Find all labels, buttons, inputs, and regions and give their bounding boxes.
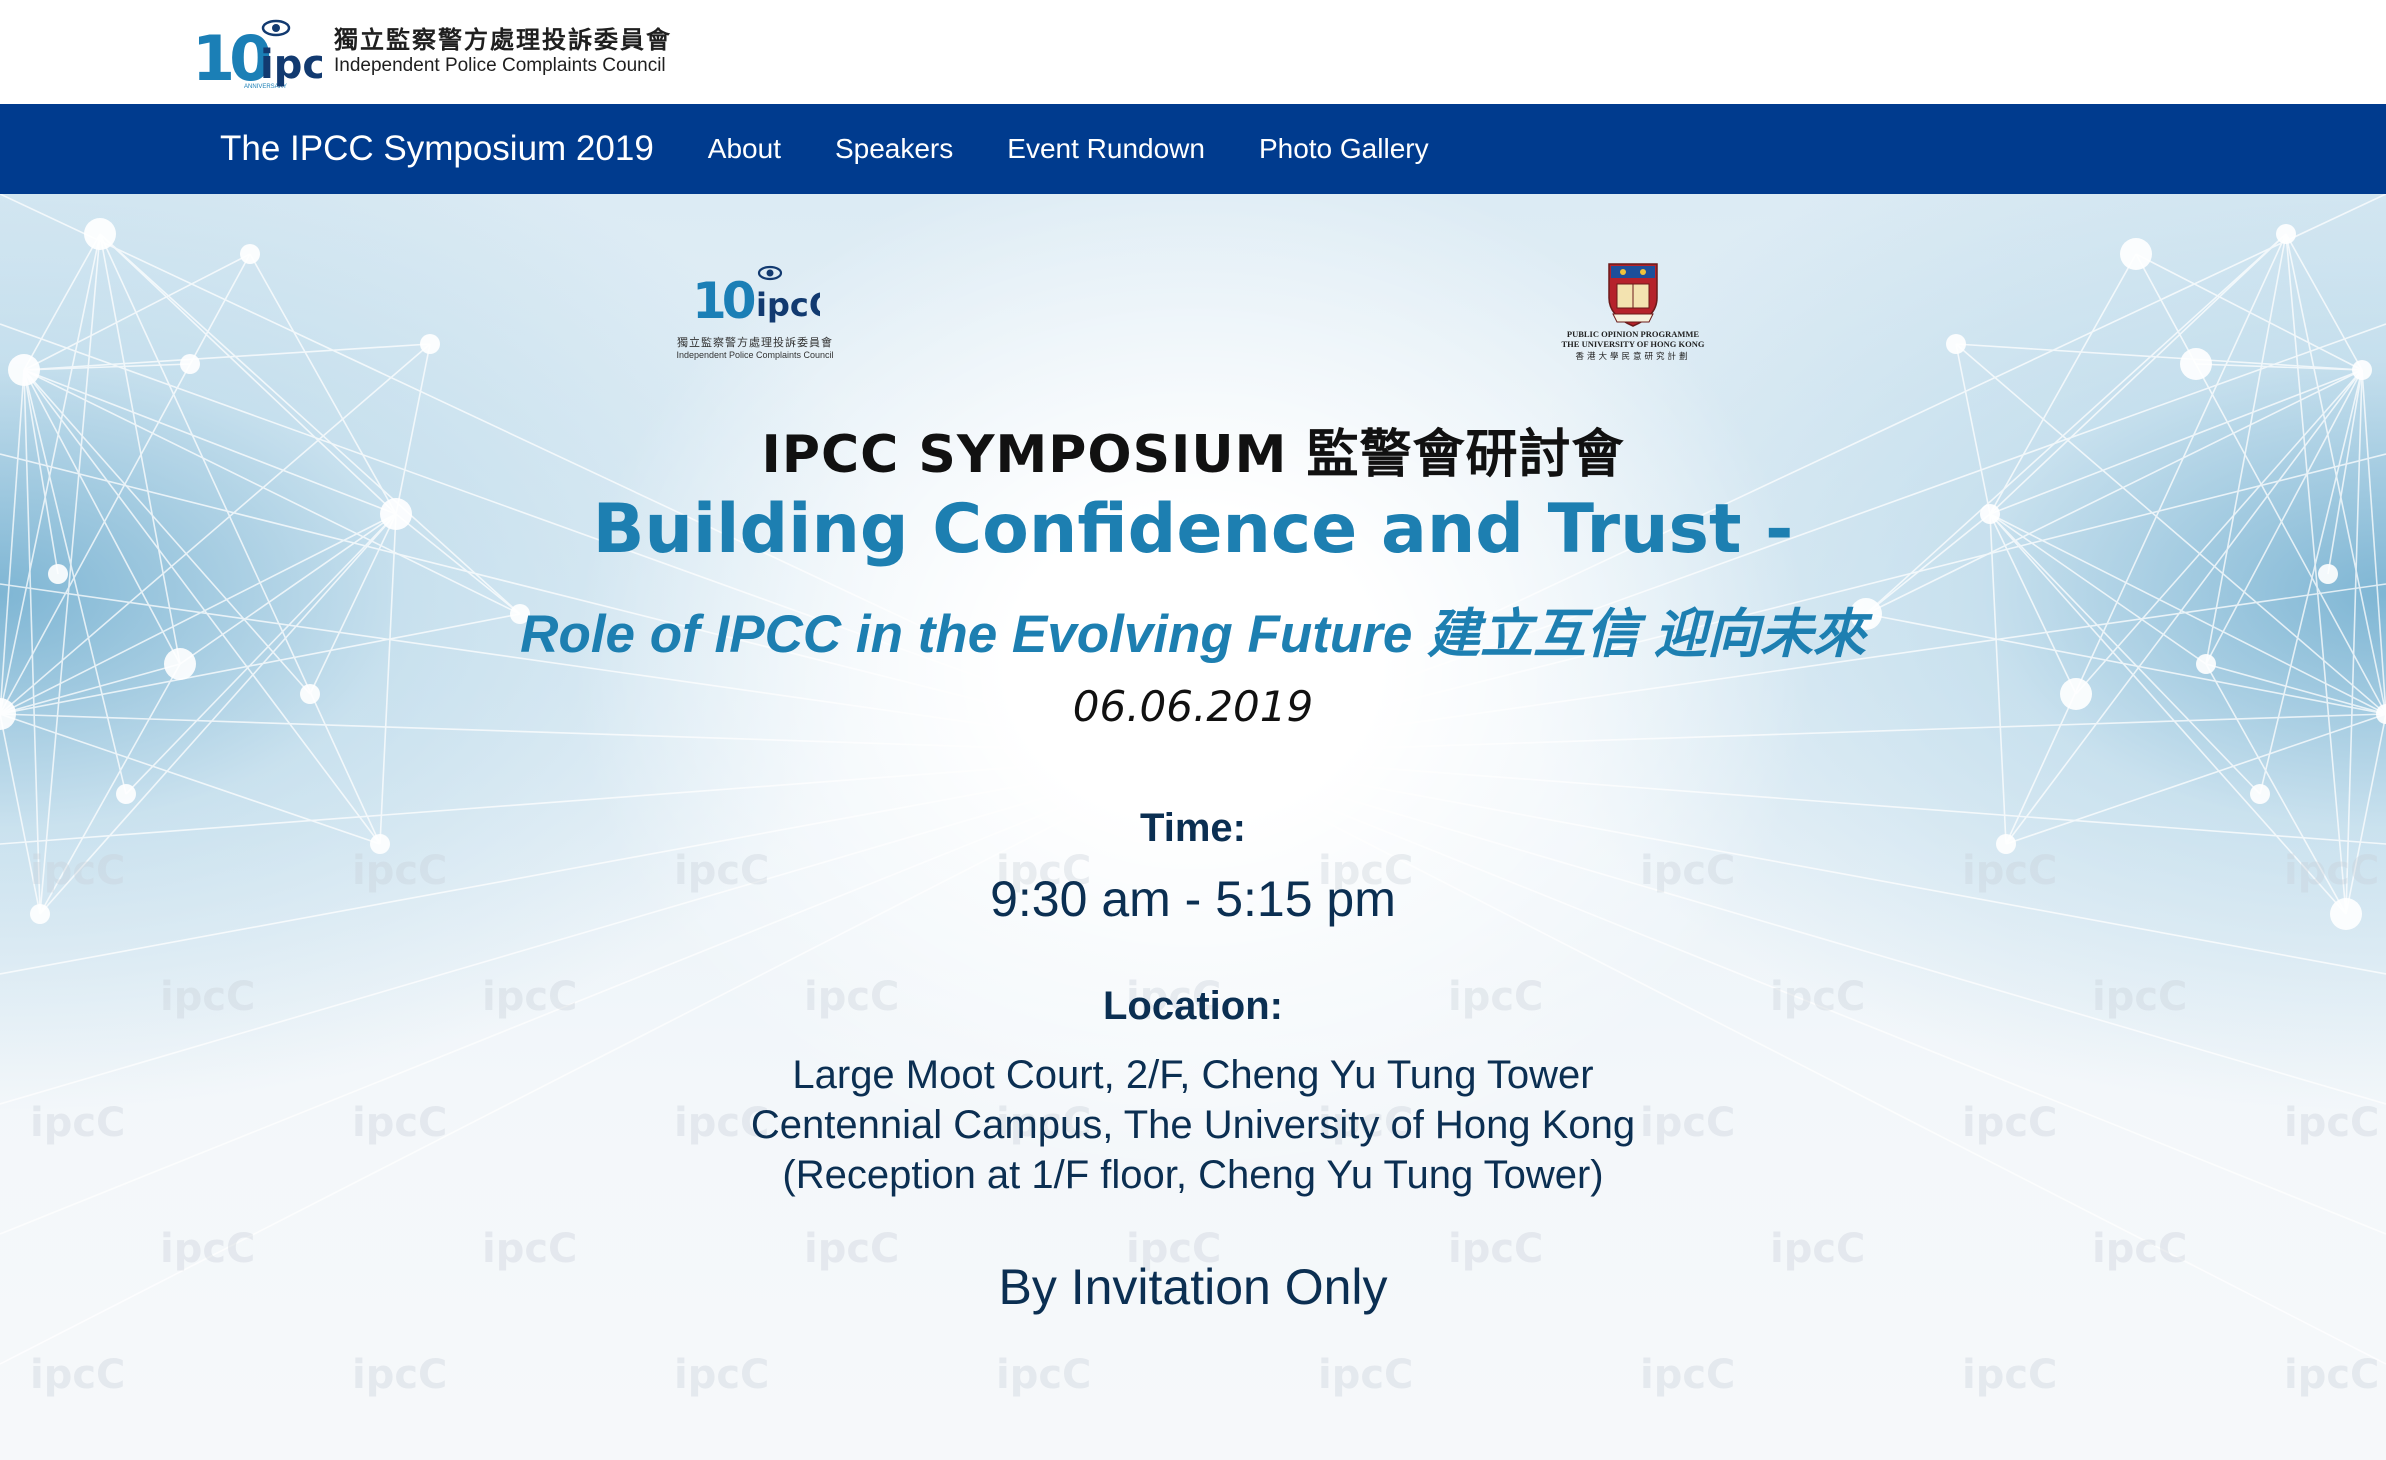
ipcc-header-logo[interactable]: 10 ANNIVERSARY ipcC 獨立監察警方處理投訴委員會 Indepe… (192, 12, 672, 92)
hku-crest-icon (1608, 263, 1658, 327)
svg-text:ipcC: ipcC (1962, 1352, 2057, 1398)
main-navbar: The IPCC Symposium 2019 About Speakers E… (0, 104, 2386, 194)
location-line: (Reception at 1/F floor, Cheng Yu Tung T… (782, 1153, 1604, 1197)
svg-text:ipcC: ipcC (352, 1352, 447, 1398)
ipcc-logo-chinese: 獨立監察警方處理投訴委員會 (677, 336, 833, 349)
ipcc-10th-anniversary-icon: 10 ipcC (692, 265, 820, 330)
svg-text:ipcC: ipcC (756, 286, 820, 324)
location-label: Location: (1103, 984, 1283, 1028)
event-main-title: Building Confidence and Trust - (592, 490, 1794, 569)
svg-text:ipcC: ipcC (1640, 1352, 1735, 1398)
svg-text:ipcC: ipcC (996, 1352, 1091, 1398)
ipcc-10th-anniversary-logo-icon: 10 ANNIVERSARY ipcC (192, 12, 322, 92)
logo-chinese-name: 獨立監察警方處理投訴委員會 (334, 26, 672, 55)
symposium-title: IPCC SYMPOSIUM 監警會研討會 (761, 425, 1625, 485)
hku-logo-line3: 香港大學民意研究計劃 (1575, 351, 1691, 362)
event-date: 06.06.2019 (1072, 682, 1314, 731)
nav-brand-title[interactable]: The IPCC Symposium 2019 (220, 129, 654, 169)
svg-text:ipcC: ipcC (2284, 1352, 2379, 1398)
event-subtitle: Role of IPCC in the Evolving Future 建立互信… (520, 605, 1866, 664)
time-value: 9:30 am - 5:15 pm (990, 871, 1396, 927)
nav-link-about[interactable]: About (708, 133, 781, 165)
hero-banner: ipcC ipcC ipcC ipcC ipcC ipcC ipcC ipcC ipcC ipcC… (0, 194, 2386, 1460)
time-label: Time: (1140, 806, 1246, 850)
svg-text:10: 10 (692, 272, 755, 330)
ipcc-event-logo: 10 ipcC 獨立監察警方處理投訴委員會 Independent Police… (670, 260, 840, 370)
svg-text:ipcC: ipcC (674, 1352, 769, 1398)
location-line: Centennial Campus, The University of Hon… (750, 1103, 1636, 1147)
svg-text:10: 10 (192, 22, 270, 92)
hku-pop-logo: PUBLIC OPINION PROGRAMME THE UNIVERSITY … (1558, 260, 1708, 380)
svg-text:ipcC: ipcC (260, 42, 322, 88)
site-header: 10 ANNIVERSARY ipcC 獨立監察警方處理投訴委員會 Indepe… (0, 0, 2386, 104)
hku-logo-line2: THE UNIVERSITY OF HONG KONG (1561, 338, 1705, 349)
svg-text:ipcC: ipcC (1318, 1352, 1413, 1398)
ipcc-header-logo-text: 獨立監察警方處理投訴委員會 Independent Police Complai… (334, 28, 672, 75)
nav-link-photo-gallery[interactable]: Photo Gallery (1259, 133, 1429, 165)
logo-english-name: Independent Police Complaints Council (334, 54, 666, 76)
location-address: Large Moot Court, 2/F, Cheng Yu Tung Tow… (0, 1050, 2386, 1200)
nav-link-speakers[interactable]: Speakers (835, 133, 953, 165)
ipcc-logo-english: Independent Police Complaints Council (676, 350, 834, 360)
location-line: Large Moot Court, 2/F, Cheng Yu Tung Tow… (792, 1053, 1594, 1097)
svg-text:ipcC: ipcC (30, 1352, 125, 1398)
invitation-note: By Invitation Only (998, 1259, 1388, 1315)
nav-link-event-rundown[interactable]: Event Rundown (1007, 133, 1205, 165)
